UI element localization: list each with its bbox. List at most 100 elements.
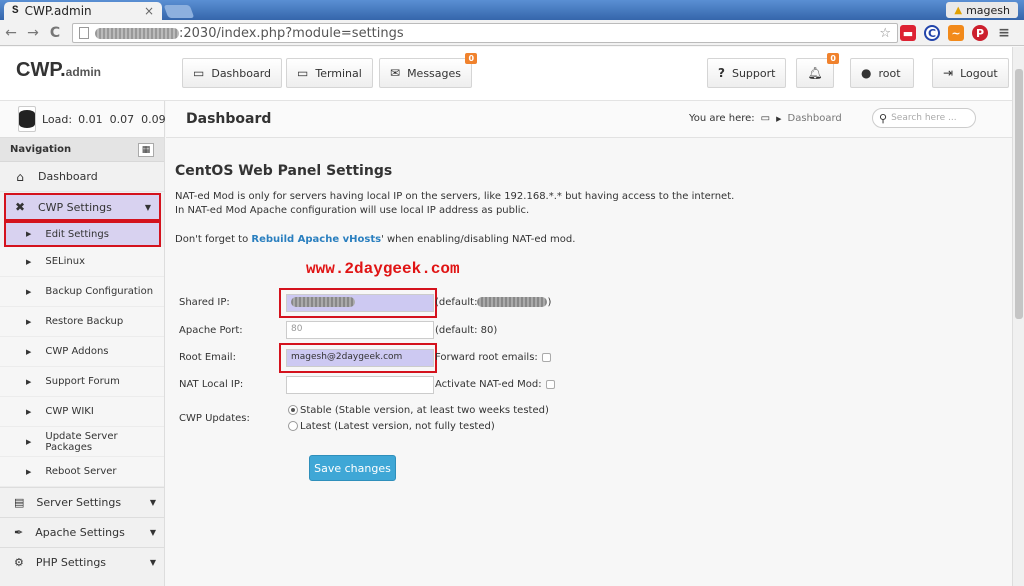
bookmark-star-icon[interactable]: ☆ [879, 26, 891, 41]
notifications-button[interactable]: 🔔︎ 0 [796, 53, 839, 88]
forward-root-emails: Forward root emails: [435, 352, 551, 363]
scrollbar-thumb[interactable] [1015, 69, 1023, 319]
root-email-input[interactable]: magesh@2daygeek.com [286, 349, 434, 367]
extension-bar: ▬ C ~ P ≡ [900, 25, 1012, 41]
redacted-ip [291, 297, 355, 307]
stable-option-label: Stable (Stable version, at least two wee… [300, 405, 549, 416]
close-tab-icon[interactable]: × [144, 4, 154, 18]
arrow-right-icon: ▶ [26, 467, 32, 476]
user-button-label: root [878, 66, 901, 80]
subitem-label: Update Server Packages [45, 430, 118, 453]
forward-root-emails-checkbox[interactable] [541, 352, 551, 362]
address-bar[interactable]: :2030/index.php?module=settings ☆ [72, 23, 898, 43]
subitem-label: Restore Backup [45, 316, 124, 327]
dashboard-button[interactable]: ▭ Dashboard [182, 58, 283, 88]
sidebar-toggle-icon[interactable]: ▦ [138, 142, 154, 157]
rebuild-vhosts-link[interactable]: Rebuild Apache vHosts [251, 234, 381, 245]
arrow-right-icon: ▶ [26, 377, 32, 386]
back-icon[interactable]: ← [0, 25, 22, 41]
save-changes-button[interactable]: Save changes [309, 455, 396, 481]
browser-user-badge[interactable]: ▲ magesh [946, 2, 1018, 18]
shared-ip-label: Shared IP: [179, 297, 230, 308]
extension-train-icon[interactable]: ▬ [900, 25, 916, 41]
stable-radio[interactable] [288, 405, 298, 415]
search-input[interactable]: ⚲ Search here ... [872, 108, 976, 128]
sidebar-section-server-settings[interactable]: ▤ Server Settings ▼ [0, 487, 164, 517]
sidebar-subitem-reboot-server[interactable]: ▶ Reboot Server [0, 457, 164, 487]
user-button[interactable]: ● root [850, 58, 914, 88]
database-icon[interactable] [18, 106, 36, 132]
sidebar-item-dashboard[interactable]: ⌂ Dashboard [0, 162, 164, 192]
support-button-label: Support [731, 66, 776, 80]
sidebar-item-cwp-settings[interactable]: ✖ CWP Settings ▼ [4, 193, 161, 221]
sidebar-subitem-support-forum[interactable]: ▶ Support Forum [0, 367, 164, 397]
breadcrumb: You are here: ▭ ▶ Dashboard [689, 113, 842, 124]
subitem-label: SELinux [45, 256, 85, 267]
arrow-right-icon: ▶ [26, 230, 32, 238]
menu-icon[interactable]: ≡ [996, 25, 1012, 41]
arrow-right-icon: ▶ [26, 437, 32, 446]
url-text: :2030/index.php?module=settings [179, 25, 404, 41]
page-scrollbar[interactable] [1012, 47, 1024, 586]
stable-option[interactable]: Stable (Stable version, at least two wee… [288, 405, 549, 416]
sidebar-subitem-restore-backup[interactable]: ▶ Restore Backup [0, 307, 164, 337]
activate-nat-mod-checkbox[interactable] [545, 379, 555, 389]
browser-tab[interactable]: S CWP.admin × [4, 2, 162, 20]
sidebar-subitem-edit-settings[interactable]: ▶ Edit Settings [4, 221, 161, 247]
gear-icon: ⚙ [14, 556, 24, 569]
extension-c-icon[interactable]: C [924, 25, 940, 41]
apache-port-input[interactable]: 80 [286, 321, 434, 339]
navigation-heading-label: Navigation [10, 144, 72, 155]
new-tab-button[interactable] [163, 5, 195, 18]
subitem-label: Support Forum [45, 376, 120, 387]
settings-heading: CentOS Web Panel Settings [175, 163, 393, 179]
sidebar-section-php-settings[interactable]: ⚙ PHP Settings ▼ [0, 547, 164, 577]
chevron-right-icon: ▶ [776, 114, 782, 123]
arrow-right-icon: ▶ [26, 347, 32, 356]
feather-icon: ✒ [14, 526, 24, 539]
messages-button-label: Messages [407, 66, 462, 80]
dashboard-button-label: Dashboard [211, 66, 272, 80]
latest-option[interactable]: Latest (Latest version, not fully tested… [288, 421, 495, 432]
rebuild-note-post: ' when enabling/disabling NAT-ed mod. [381, 234, 576, 245]
logo-main: CWP. [16, 59, 66, 81]
support-button[interactable]: ? Support [707, 58, 787, 88]
page-icon [79, 27, 89, 39]
sidebar-subitem-backup-configuration[interactable]: ▶ Backup Configuration [0, 277, 164, 307]
latest-radio[interactable] [288, 421, 298, 431]
terminal-button[interactable]: ▭ Terminal [286, 58, 373, 88]
tools-icon: ✖ [14, 200, 26, 214]
browser-tabstrip: S CWP.admin × ▲ magesh [0, 0, 1024, 20]
extension-chart-icon[interactable]: ~ [948, 25, 964, 41]
nat-local-ip-input[interactable] [286, 376, 434, 394]
sidebar-subitem-update-server-packages[interactable]: ▶ Update Server Packages [0, 427, 164, 457]
redacted-ip [477, 297, 548, 307]
tab-title: CWP.admin [24, 4, 92, 18]
app-logo: CWP.admin [16, 59, 101, 82]
user-icon: ● [861, 66, 872, 80]
rebuild-note-pre: Don't forget to [175, 234, 252, 245]
sidebar-subitem-cwp-wiki[interactable]: ▶ CWP WIKI [0, 397, 164, 427]
extension-pinterest-icon[interactable]: P [972, 25, 988, 41]
shared-ip-input[interactable] [286, 294, 434, 312]
page-title: Dashboard [186, 111, 272, 127]
breadcrumb-link-dashboard[interactable]: Dashboard [788, 113, 842, 124]
forward-icon[interactable]: → [22, 25, 44, 41]
redacted-host [95, 27, 179, 39]
sidebar-subitem-cwp-addons[interactable]: ▶ CWP Addons [0, 337, 164, 367]
cwp-updates-label: CWP Updates: [179, 413, 250, 424]
navigation-heading: Navigation ▦ [0, 138, 164, 162]
logout-button-label: Logout [960, 66, 998, 80]
reload-icon[interactable]: C [44, 25, 66, 41]
main-content: CentOS Web Panel Settings NAT-ed Mod is … [166, 139, 1012, 586]
activate-nat-mod: Activate NAT-ed Mod: [435, 379, 555, 390]
app-header: CWP.admin ▭ Dashboard ▭ Terminal ✉ Messa… [0, 47, 1024, 101]
apache-port-default: (default: 80) [435, 325, 498, 336]
shared-ip-default: (default:) [435, 297, 551, 308]
rebuild-note: Don't forget to Rebuild Apache vHosts' w… [175, 233, 575, 247]
caret-down-icon: ▼ [149, 558, 156, 567]
logout-button[interactable]: ⇥ Logout [932, 58, 1009, 88]
sidebar-section-apache-settings[interactable]: ✒ Apache Settings ▼ [0, 517, 164, 547]
messages-button[interactable]: ✉ Messages 0 [379, 53, 478, 88]
sidebar-subitem-selinux[interactable]: ▶ SELinux [0, 247, 164, 277]
